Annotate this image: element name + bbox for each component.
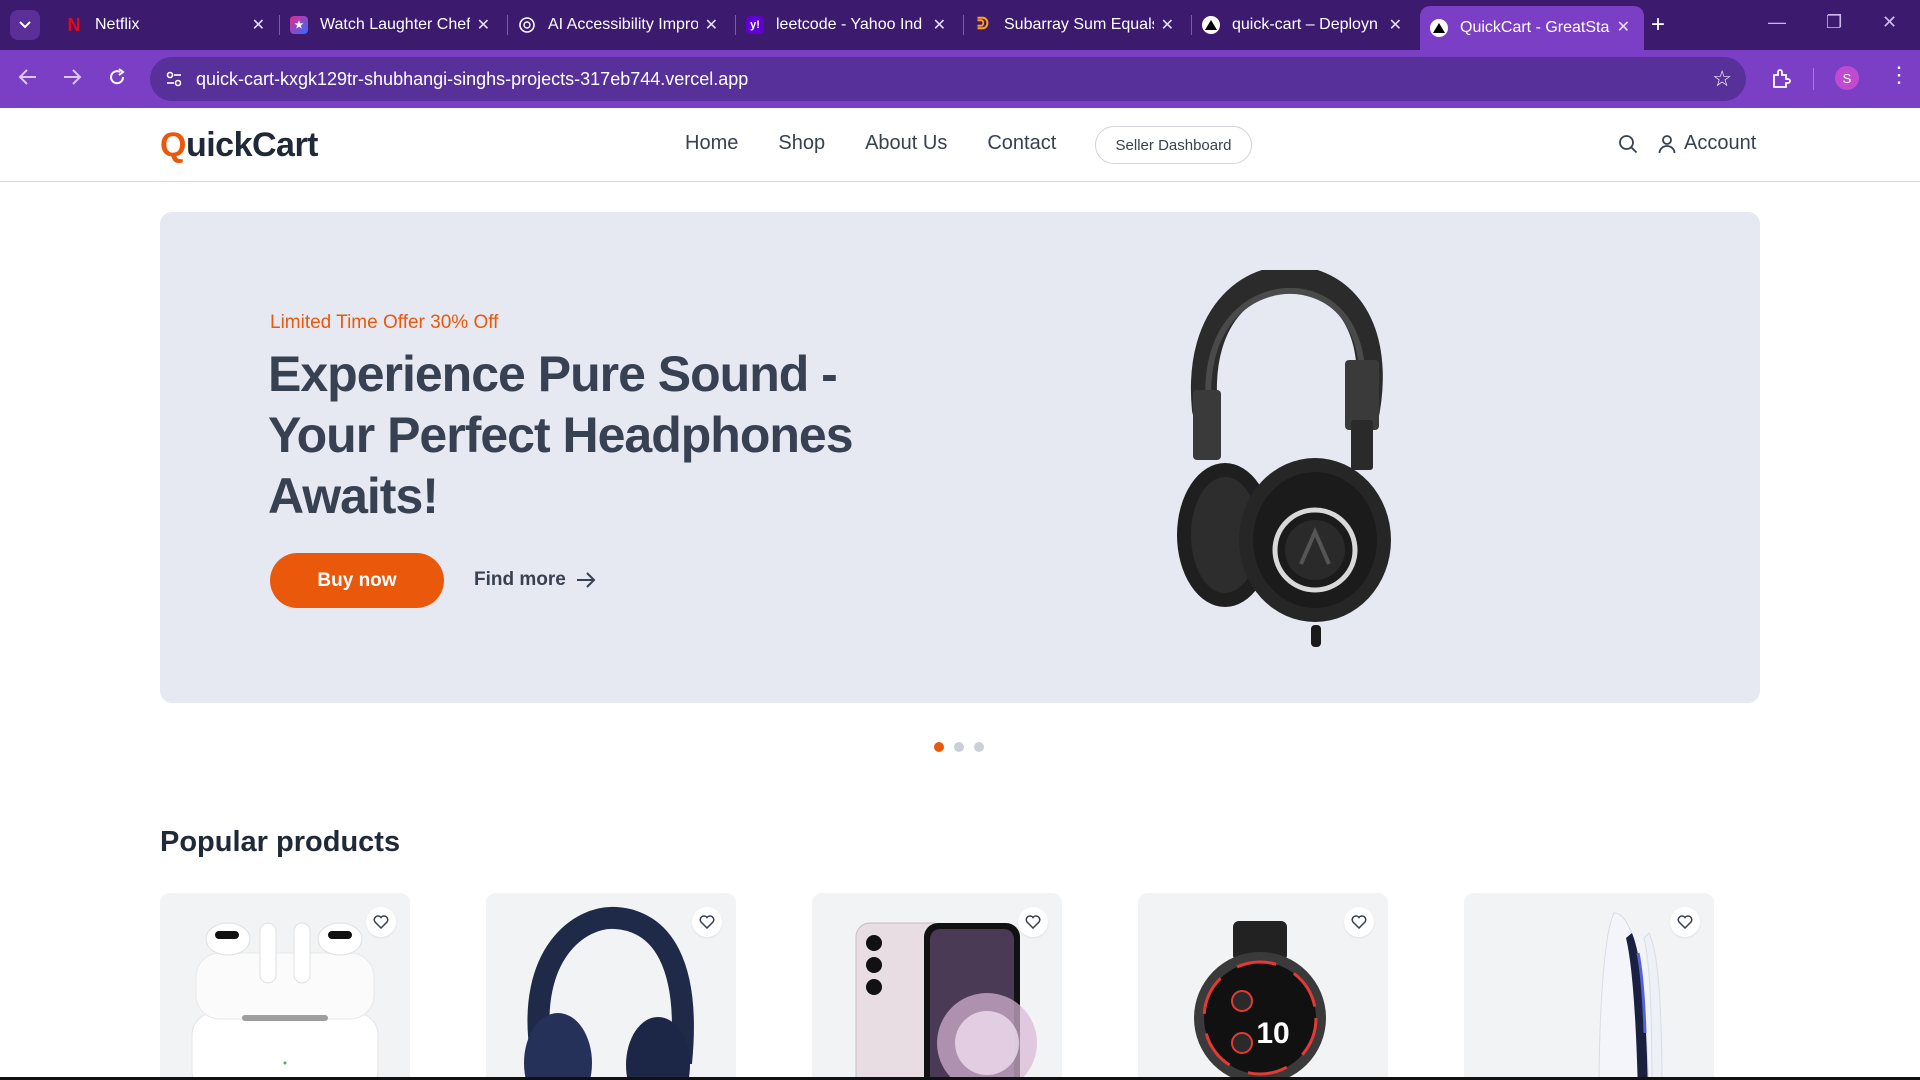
close-window-icon[interactable]: ✕ — [1882, 12, 1897, 33]
close-icon[interactable]: ✕ — [477, 15, 490, 35]
streaming-icon: ★ — [290, 16, 308, 34]
find-more-label: Find more — [474, 569, 566, 590]
heart-icon[interactable] — [692, 907, 722, 937]
more-menu-icon[interactable]: ⋮ — [1888, 62, 1910, 88]
offer-text: Limited Time Offer 30% Off — [270, 312, 499, 333]
nav-about-us[interactable]: About Us — [865, 132, 947, 155]
tab-title: Subarray Sum Equals — [1004, 16, 1154, 33]
heart-icon[interactable] — [1670, 907, 1700, 937]
carousel-dot-3[interactable] — [974, 742, 984, 752]
browser-tab-active[interactable]: QuickCart - GreatSta ✕ — [1420, 6, 1644, 50]
openai-icon — [518, 16, 536, 34]
close-icon[interactable]: ✕ — [1617, 17, 1630, 37]
product-card[interactable]: 10 — [1138, 893, 1388, 1080]
nav-contact[interactable]: Contact — [987, 132, 1056, 155]
vercel-icon — [1430, 19, 1448, 37]
extensions-icon[interactable] — [1770, 68, 1792, 95]
watch-face-value: 10 — [1256, 1017, 1289, 1050]
forward-icon[interactable] — [62, 68, 82, 90]
url-text[interactable]: quick-cart-kxgk129tr-shubhangi-singhs-pr… — [196, 69, 748, 90]
close-icon[interactable]: ✕ — [252, 15, 265, 35]
bookmark-star-icon[interactable]: ☆ — [1712, 66, 1732, 92]
carousel-dots — [934, 742, 984, 752]
arrow-right-icon — [576, 572, 596, 588]
product-card[interactable] — [812, 893, 1062, 1080]
seller-dashboard-button[interactable]: Seller Dashboard — [1095, 126, 1252, 164]
tab-title: QuickCart - GreatSta — [1460, 19, 1610, 36]
minimize-icon[interactable]: — — [1768, 12, 1786, 33]
heart-icon[interactable] — [366, 907, 396, 937]
profile-avatar[interactable]: S — [1835, 66, 1859, 90]
account-link[interactable]: Account — [1658, 132, 1756, 155]
new-tab-button[interactable]: + — [1651, 11, 1665, 39]
tab-title: Watch Laughter Chef — [320, 16, 470, 33]
account-label: Account — [1684, 132, 1757, 154]
tab-title: Netflix — [95, 16, 140, 33]
quickcart-logo[interactable]: QuickCart — [160, 126, 319, 165]
carousel-dot-2[interactable] — [954, 742, 964, 752]
tab-search-button[interactable] — [10, 10, 40, 40]
browser-tab[interactable]: ★ Watch Laughter Chef ✕ — [280, 8, 504, 42]
user-icon — [1658, 134, 1676, 153]
tab-title: quick-cart – Deployn — [1232, 16, 1378, 33]
browser-tab[interactable]: quick-cart – Deployn ✕ — [1192, 8, 1416, 42]
browser-tab[interactable]: N Netflix ✕ — [55, 8, 279, 42]
browser-tab[interactable]: ᕲ Subarray Sum Equals ✕ — [964, 8, 1188, 42]
site-header: QuickCart Home Shop About Us Contact Sel… — [0, 108, 1920, 182]
close-icon[interactable]: ✕ — [705, 15, 718, 35]
close-icon[interactable]: ✕ — [1161, 15, 1174, 35]
popular-products-title: Popular products — [160, 826, 401, 858]
yahoo-icon: y! — [746, 16, 764, 34]
tab-title: AI Accessibility Impro — [548, 16, 698, 33]
headphones-image — [1177, 270, 1391, 647]
search-icon[interactable] — [1618, 134, 1638, 159]
vercel-icon — [1202, 16, 1220, 34]
hero-banner: Limited Time Offer 30% Off Experience Pu… — [160, 212, 1760, 703]
heart-icon[interactable] — [1018, 907, 1048, 937]
back-icon[interactable] — [18, 68, 38, 90]
browser-tab[interactable]: AI Accessibility Impro ✕ — [508, 8, 732, 42]
netflix-icon: N — [67, 14, 81, 35]
nav-home[interactable]: Home — [685, 132, 738, 155]
tab-title: leetcode - Yahoo Ind — [776, 16, 923, 33]
restore-icon[interactable]: ❐ — [1826, 12, 1842, 33]
find-more-link[interactable]: Find more — [474, 569, 596, 591]
chevron-down-icon — [19, 21, 31, 29]
product-card[interactable] — [160, 893, 410, 1080]
browser-tab-bar: N Netflix ✕ ★ Watch Laughter Chef ✕ AI A… — [0, 0, 1920, 50]
close-icon[interactable]: ✕ — [933, 15, 946, 35]
browser-toolbar: quick-cart-kxgk129tr-shubhangi-singhs-pr… — [0, 50, 1920, 108]
site-info-icon[interactable] — [164, 69, 184, 89]
heart-icon[interactable] — [1344, 907, 1374, 937]
nav-shop[interactable]: Shop — [778, 132, 825, 155]
browser-tab[interactable]: y! leetcode - Yahoo Ind ✕ — [736, 8, 960, 42]
reload-icon[interactable] — [108, 68, 126, 90]
product-card[interactable] — [1464, 893, 1714, 1080]
close-icon[interactable]: ✕ — [1389, 15, 1402, 35]
hero-headline: Experience Pure Sound - Your Perfect Hea… — [268, 346, 854, 524]
main-nav: Home Shop About Us Contact — [685, 132, 1056, 155]
buy-now-button[interactable]: Buy now — [270, 553, 444, 608]
leetcode-icon: ᕲ — [977, 16, 989, 33]
address-bar[interactable]: quick-cart-kxgk129tr-shubhangi-singhs-pr… — [150, 57, 1746, 101]
product-card[interactable] — [486, 893, 736, 1080]
carousel-dot-1[interactable] — [934, 742, 944, 752]
